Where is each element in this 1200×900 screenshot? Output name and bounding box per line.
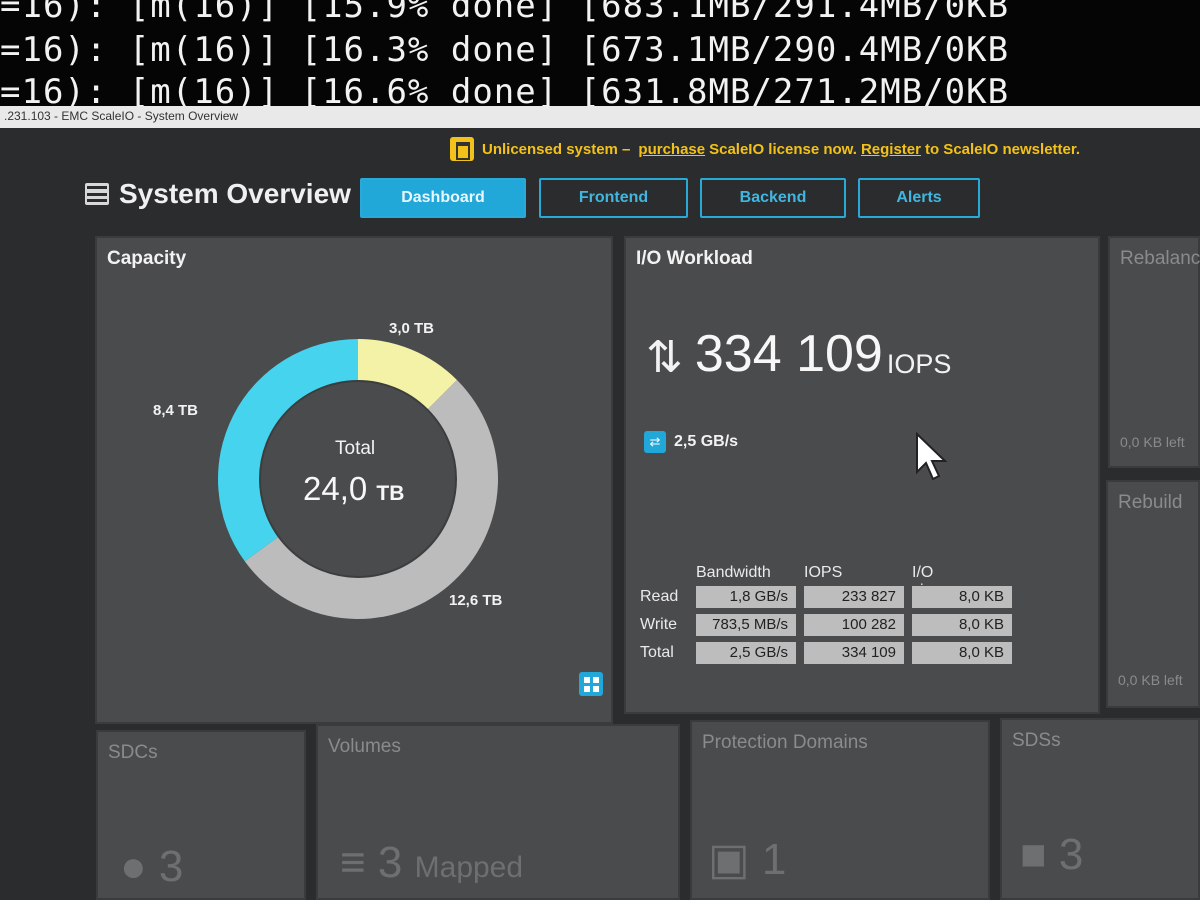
tab-frontend[interactable]: Frontend [539,178,688,218]
io-cell: 233 827 [804,586,904,608]
scaleio-window: .231.103 - EMC ScaleIO - System Overview… [0,106,1200,900]
sdcs-value: ● 3 [120,842,183,892]
page-header: System Overview [85,178,351,210]
rebalance-panel[interactable]: Rebalanc 0,0 KB left [1108,236,1200,468]
volumes-value: ≡ 3 Mapped [340,838,523,888]
io-cell: 8,0 KB [912,614,1012,636]
io-cell: 783,5 MB/s [696,614,796,636]
sdss-title: SDSs [1012,730,1061,751]
protection-domains-title: Protection Domains [702,732,868,753]
capacity-segment-label: 12,6 TB [449,592,503,609]
io-cell: 100 282 [804,614,904,636]
user-icon: ● [120,842,147,891]
menu-icon[interactable] [85,183,109,205]
io-workload-panel[interactable]: I/O Workload ⇅ 334 109 IOPS ⇄ 2,5 GB/s B… [624,236,1100,714]
rebalance-value: 0,0 KB left [1120,434,1185,450]
capacity-title: Capacity [107,248,187,269]
tab-backend[interactable]: Backend [700,178,846,218]
capacity-total-label: Total [335,438,376,459]
tab-dashboard[interactable]: Dashboard [360,178,526,218]
register-link[interactable]: Register [861,141,921,158]
bandwidth-summary: ⇄ 2,5 GB/s [644,431,738,453]
window-title: .231.103 - EMC ScaleIO - System Overview [0,106,1200,128]
sdss-value: ■ 3 [1020,830,1083,880]
capacity-panel[interactable]: Capacity 3,0 TB 12,6 TB 8,4 TB Total 24,… [95,236,613,724]
license-notice: Unlicensed system – purchase ScaleIO lic… [450,136,1084,162]
mouse-cursor-icon [916,432,948,481]
notice-middle: ScaleIO license now. [709,140,857,158]
iops-summary: ⇅ 334 109 IOPS [646,328,951,380]
capacity-total-number: 24,0 [303,470,368,507]
capacity-total-unit: TB [376,482,405,505]
io-row-label: Write [640,616,678,633]
database-icon: ≡ [340,838,366,887]
up-down-arrows-icon: ⇅ [646,333,683,382]
notice-prefix: Unlicensed system – [482,140,631,158]
protection-domains-value: ▣ 1 [708,834,786,885]
sdcs-title: SDCs [108,742,158,763]
server-icon: ■ [1020,830,1047,879]
rebalance-title: Rebalanc [1120,248,1200,269]
terminal-window: =16): [m(16)] [15.9% done] [683.1MB/291.… [0,0,1200,108]
protection-domains-count: 1 [761,835,787,884]
terminal-line: =16): [m(16)] [15.9% done] [683.1MB/291.… [0,0,1010,26]
io-row-label: Total [640,644,674,661]
terminal-line: =16): [m(16)] [16.6% done] [631.8MB/271.… [0,72,1010,108]
io-cell: 1,8 GB/s [696,586,796,608]
rebuild-panel[interactable]: Rebuild 0,0 KB left [1106,480,1200,708]
iops-unit: IOPS [886,349,952,379]
volumes-title: Volumes [328,736,401,757]
bandwidth-icon: ⇄ [644,431,666,453]
rebuild-value: 0,0 KB left [1118,672,1183,688]
io-column-header: IOPS [804,564,843,581]
rebuild-title: Rebuild [1118,492,1183,513]
notice-suffix: to ScaleIO newsletter. [924,140,1081,158]
bandwidth-value: 2,5 GB/s [674,433,739,450]
io-row-label: Read [640,588,679,605]
license-warning-icon [450,137,474,161]
page-title: System Overview [119,178,351,209]
io-cell: 2,5 GB/s [696,642,796,664]
terminal-line: =16): [m(16)] [16.3% done] [673.1MB/290.… [0,30,1010,70]
io-cell: 8,0 KB [912,586,1012,608]
volumes-unit: Mapped [414,851,524,884]
sdss-count: 3 [1058,830,1084,879]
tab-alerts[interactable]: Alerts [858,178,980,218]
capacity-segment-label: 3,0 TB [389,320,435,337]
grid-view-icon[interactable] [579,672,603,696]
io-workload-title: I/O Workload [636,248,753,269]
lock-icon: ▣ [708,835,750,884]
io-column-header: Bandwidth [696,564,771,581]
protection-domains-tile[interactable]: Protection Domains ▣ 1 [690,720,990,900]
capacity-total-value: 24,0 TB [303,470,404,508]
volumes-tile[interactable]: Volumes ≡ 3 Mapped [316,724,680,900]
sdcs-count: 3 [158,842,184,891]
sdcs-tile[interactable]: SDCs ● 3 [96,730,306,900]
io-cell: 8,0 KB [912,642,1012,664]
purchase-link[interactable]: purchase [638,141,705,158]
iops-value: 334 109 [694,325,883,383]
sdss-tile[interactable]: SDSs ■ 3 [1000,718,1200,900]
capacity-segment-label: 8,4 TB [153,402,199,419]
io-cell: 334 109 [804,642,904,664]
volumes-count: 3 [377,838,403,887]
